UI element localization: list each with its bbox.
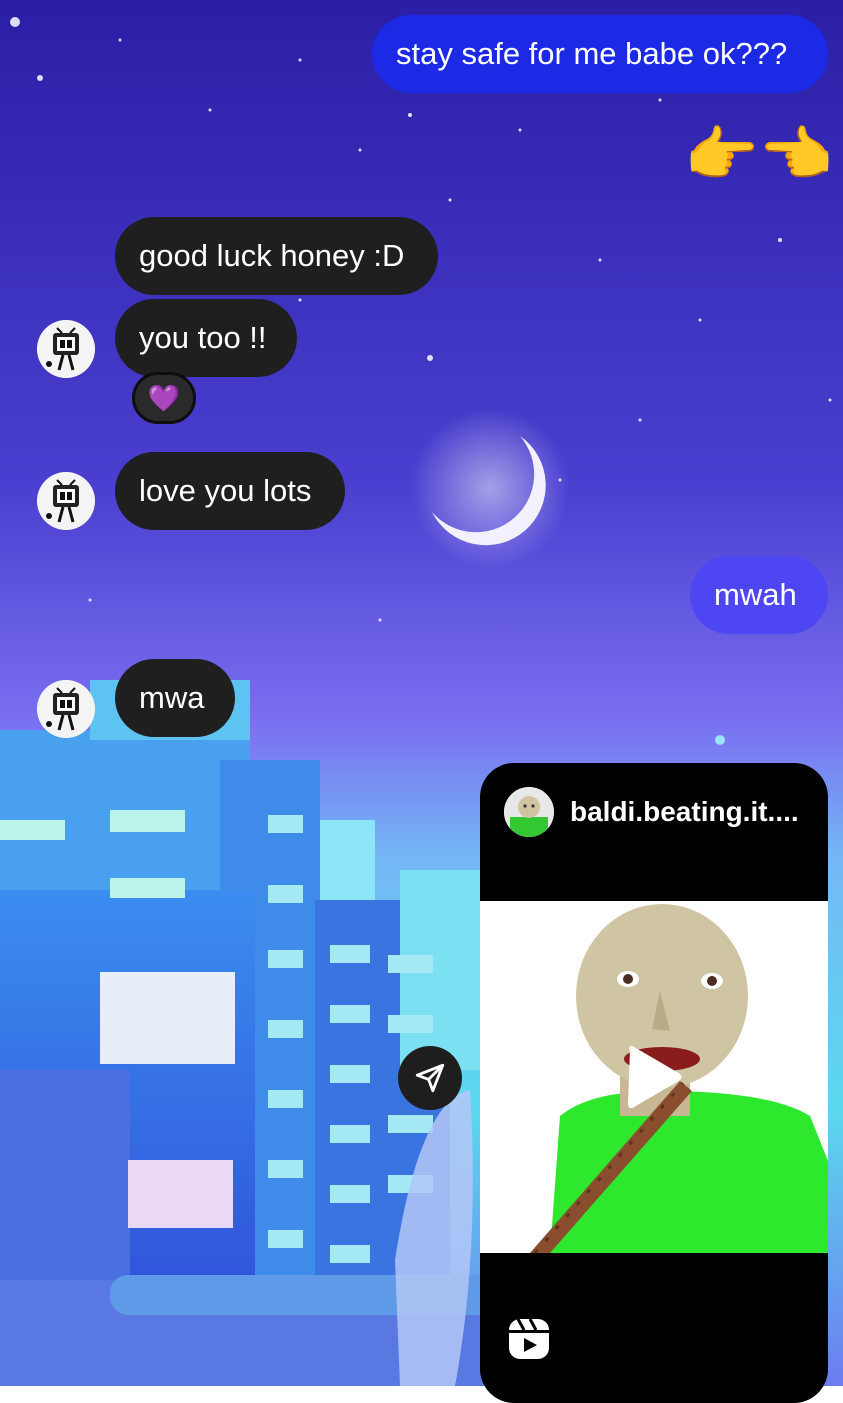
share-icon xyxy=(415,1063,445,1093)
message-text: mwah xyxy=(714,577,797,612)
incoming-message-bubble[interactable]: good luck honey :D xyxy=(115,217,438,295)
incoming-message-bubble[interactable]: you too !! xyxy=(115,299,297,377)
reels-icon[interactable] xyxy=(506,1316,552,1362)
contact-avatar[interactable] xyxy=(37,680,95,738)
purple-heart-icon: 💜 xyxy=(147,383,181,413)
message-text: you too !! xyxy=(139,320,267,355)
reel-username[interactable]: baldi.beating.it.... xyxy=(570,795,810,829)
message-reaction[interactable]: 💜 xyxy=(132,372,196,424)
chat-thread: stay safe for me babe ok??? 👉👈 good luck… xyxy=(0,0,843,1403)
contact-avatar[interactable] xyxy=(37,320,95,378)
message-text: love you lots xyxy=(139,473,312,508)
message-text: stay safe for me babe ok??? xyxy=(396,36,788,71)
shared-reel-card[interactable]: baldi.beating.it.... xyxy=(480,763,828,1403)
outgoing-message-bubble[interactable]: mwah xyxy=(690,556,828,634)
pointing-fingers-emoji: 👉👈 xyxy=(684,121,834,188)
tv-head-avatar-icon xyxy=(37,472,95,530)
share-button[interactable] xyxy=(398,1046,462,1110)
incoming-message-bubble[interactable]: love you lots xyxy=(115,452,345,530)
outgoing-message-bubble[interactable]: stay safe for me babe ok??? xyxy=(372,15,828,93)
tv-head-avatar-icon xyxy=(37,680,95,738)
contact-avatar[interactable] xyxy=(37,472,95,530)
baldi-avatar-icon xyxy=(504,787,554,837)
incoming-message-bubble[interactable]: mwa xyxy=(115,659,235,737)
play-icon[interactable] xyxy=(626,1046,682,1108)
tv-head-avatar-icon xyxy=(37,320,95,378)
outgoing-emoji-message[interactable]: 👉👈 xyxy=(684,120,833,190)
reel-account-avatar[interactable] xyxy=(504,787,554,837)
message-text: mwa xyxy=(139,680,205,715)
message-text: good luck honey :D xyxy=(139,238,405,273)
reel-header[interactable]: baldi.beating.it.... xyxy=(480,763,828,861)
reel-thumbnail[interactable] xyxy=(480,901,828,1253)
